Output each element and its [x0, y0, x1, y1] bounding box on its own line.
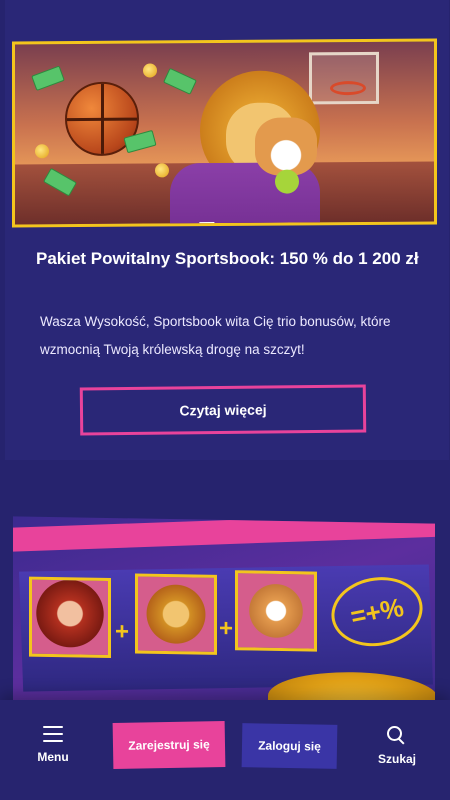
corgi-portrait — [235, 570, 317, 652]
promo-description: Wasza Wysokość, Sportsbook wita Cię trio… — [40, 314, 391, 357]
woman-portrait — [29, 576, 111, 659]
jersey-number: 7 — [198, 215, 216, 227]
hamburger-icon — [43, 726, 63, 742]
lion-portrait — [135, 573, 217, 655]
corgi-mascot — [255, 117, 325, 197]
login-button[interactable]: Zaloguj się — [241, 723, 338, 769]
menu-label: Menu — [37, 750, 69, 764]
tennis-ball-icon — [275, 169, 299, 194]
plus-icon: + — [115, 618, 130, 646]
read-more-button[interactable]: Czytaj więcej — [79, 384, 367, 436]
coin-icon — [35, 144, 49, 159]
search-label: Szukaj — [377, 752, 416, 766]
promo-banner-trio[interactable]: + + =+% — [13, 516, 435, 709]
corgi-head — [255, 117, 317, 176]
search-icon — [387, 726, 407, 746]
bottom-navigation: Menu Zarejestruj się Zaloguj się Szukaj — [0, 700, 450, 800]
search-button[interactable]: Szukaj — [374, 726, 420, 768]
promo-title: Pakiet Powitalny Sportsbook: 150 % do 1 … — [36, 249, 419, 268]
plus-icon: + — [219, 614, 234, 643]
pink-stripe — [13, 516, 435, 553]
menu-button[interactable]: Menu — [30, 726, 76, 766]
promo-banner-image[interactable]: 7 — [12, 38, 437, 228]
register-button[interactable]: Zarejestruj się — [112, 721, 226, 769]
coin-icon — [143, 63, 157, 78]
banknote-icon — [31, 65, 65, 91]
